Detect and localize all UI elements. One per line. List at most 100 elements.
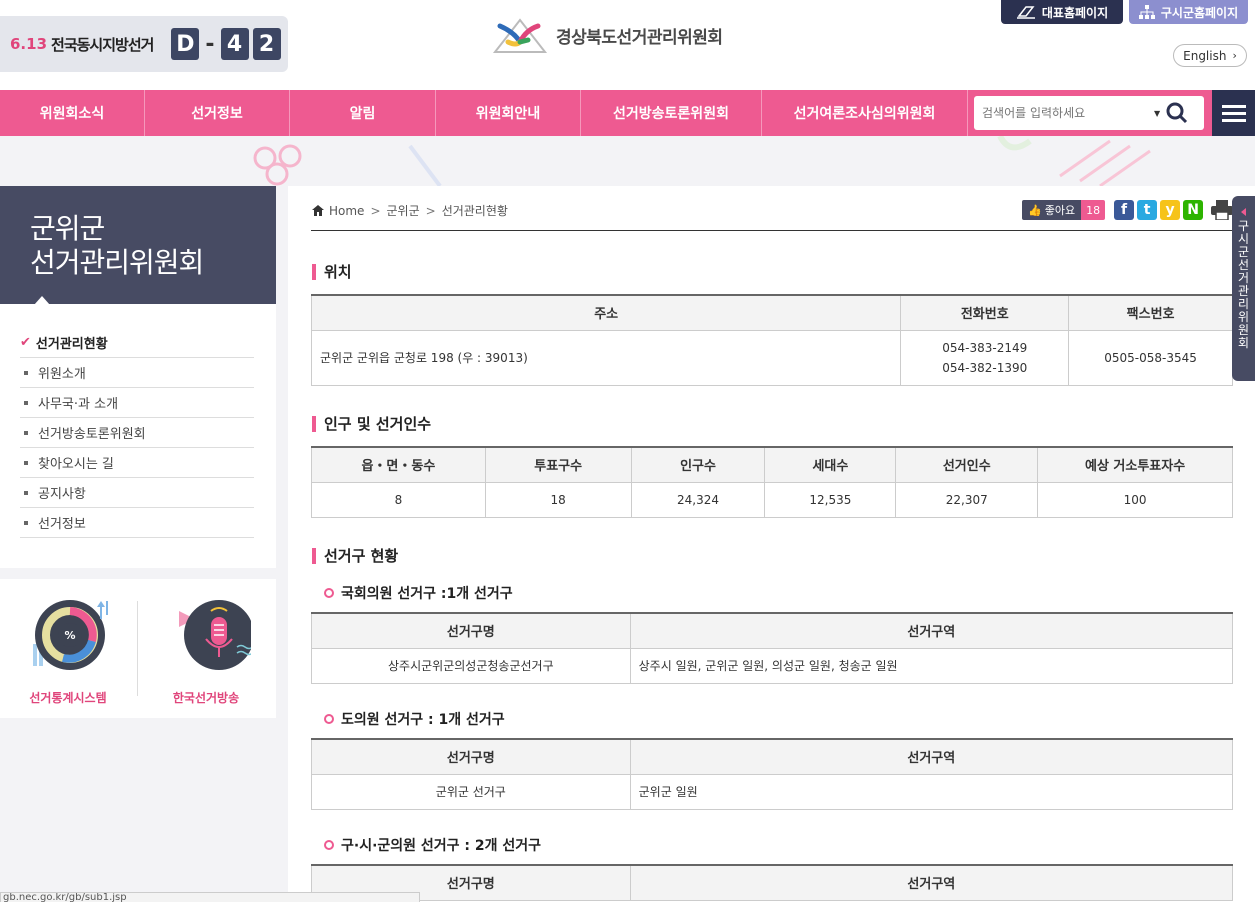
- nav-item-commission-info[interactable]: 위원회안내: [436, 90, 581, 136]
- sidebar-item-members[interactable]: 위원소개: [20, 358, 254, 388]
- national-district-table: 선거구명 선거구역 상주시군위군의성군청송군선거구 상주시 일원, 군위군 일원…: [311, 612, 1234, 684]
- representative-homepage-button[interactable]: 대표홈페이지: [1001, 0, 1123, 24]
- sidebar-item-debate[interactable]: 선거방송토론위원회: [20, 418, 254, 448]
- kakaostory-icon[interactable]: y: [1160, 200, 1181, 220]
- table-cell: 22,307: [895, 481, 1039, 518]
- sidebar-item-election-info[interactable]: 선거정보: [20, 508, 254, 538]
- population-heading: 인구 및 선거인수: [312, 413, 431, 434]
- nav-item-notice[interactable]: 알림: [290, 90, 436, 136]
- breadcrumb-region[interactable]: 군위군: [387, 202, 420, 219]
- eraser-icon: [1016, 6, 1035, 19]
- population-table: 읍・면・동수 투표구수 인구수 세대수 선거인수 예상 거소투표자수 8 18 …: [311, 446, 1233, 518]
- logo-text: 경상북도선거관리위원회: [556, 27, 723, 48]
- home-icon: [312, 205, 324, 216]
- english-button[interactable]: English ›: [1173, 44, 1247, 67]
- sidebar-menu: ✔ 선거관리현황 위원소개 사무국·과 소개 선거방송토론위원회 찾아오시는 길 …: [0, 304, 276, 568]
- table-header: 선거구역: [629, 612, 1234, 649]
- breadcrumb-home[interactable]: Home: [329, 204, 364, 218]
- table-header: 선거인수: [895, 446, 1039, 483]
- table-cell: 군위군 일원: [629, 773, 1234, 810]
- caret-down-icon[interactable]: ▼: [1154, 109, 1160, 118]
- naver-icon[interactable]: N: [1183, 200, 1204, 220]
- sidebar-item-management-status[interactable]: ✔ 선거관리현황: [20, 328, 254, 358]
- table-cell: 상주시 일원, 군위군 일원, 의성군 일원, 청송군 일원: [629, 647, 1234, 684]
- nav-item-election-info[interactable]: 선거정보: [145, 90, 290, 136]
- table-header: 선거구역: [629, 738, 1234, 775]
- table-header: 선거구명: [311, 738, 631, 775]
- logo-mark-icon: [492, 18, 548, 53]
- microphone-icon: [179, 600, 254, 670]
- table-cell: 18: [484, 481, 632, 518]
- like-button[interactable]: 👍 좋아요: [1022, 200, 1082, 220]
- table-header: 읍・면・동수: [311, 446, 486, 483]
- address-cell: 군위군 군위읍 군청로 198 (우 : 39013): [310, 329, 902, 386]
- local-district-table: 선거구명 선거구역: [311, 864, 1234, 901]
- stats-system-label: 선거통계시스템: [29, 691, 107, 705]
- table-header: 세대수: [764, 446, 897, 483]
- stats-system-banner[interactable]: % 선거통계시스템: [8, 599, 128, 706]
- local-commission-side-tab[interactable]: 구시군선거관리위원회: [1232, 196, 1255, 381]
- sidebar-banners: % 선거통계시스템 한국선거방송: [0, 579, 276, 718]
- twitter-icon[interactable]: t: [1137, 200, 1158, 220]
- local-district-title: 구·시·군의원 선거구 : 2개 선거구: [324, 835, 541, 855]
- national-district-title: 국회의원 선거구 :1개 선거구: [324, 583, 513, 603]
- arrow-left-icon: [1241, 208, 1246, 216]
- sidebar-item-directions[interactable]: 찾아오시는 길: [20, 448, 254, 478]
- stats-chart-icon: %: [33, 600, 108, 670]
- election-date: 6.13: [10, 35, 48, 53]
- local-homepage-button[interactable]: 구시군홈페이지: [1129, 0, 1248, 24]
- hamburger-menu-icon[interactable]: [1212, 90, 1255, 136]
- broadcast-label: 한국선거방송: [172, 691, 240, 705]
- chevron-right-icon: ›: [1232, 49, 1237, 62]
- table-cell: 24,324: [630, 481, 766, 518]
- browser-status-url: gb.nec.go.kr/gb/sub1.jsp: [0, 892, 420, 902]
- search-input[interactable]: [974, 106, 1154, 120]
- location-heading: 위치: [312, 261, 352, 282]
- dday-banner[interactable]: 6.13 전국동시지방선거 D - 4 2: [0, 16, 288, 72]
- nav-item-debate-committee[interactable]: 선거방송토론위원회: [581, 90, 762, 136]
- facebook-icon[interactable]: f: [1114, 200, 1135, 220]
- sidebar-item-label: 사무국·과 소개: [38, 397, 119, 412]
- dday-letter: D: [171, 28, 200, 60]
- table-header: 선거구역: [629, 864, 1234, 901]
- fax-cell: 0505-058-3545: [1068, 329, 1233, 386]
- check-icon: ✔: [20, 335, 31, 350]
- sidebar-item-label: 위원소개: [38, 367, 86, 382]
- election-name: 전국동시지방선거: [51, 35, 154, 54]
- org-chart-icon: [1138, 5, 1155, 19]
- side-tab-label: 구시군선거관리위원회: [1237, 219, 1250, 350]
- sidebar-item-label: 선거관리현황: [35, 337, 108, 352]
- decorative-band: [0, 136, 1255, 186]
- dday-dash: -: [205, 31, 215, 57]
- table-header: 예상 거소투표자수: [1037, 446, 1233, 483]
- subsection-title: 구·시·군의원 선거구 : 2개 선거구: [341, 838, 542, 854]
- sidebar-title-org: 선거관리위원회: [30, 246, 204, 279]
- nav-item-poll-committee[interactable]: 선거여론조사심의위원회: [762, 90, 968, 136]
- table-header: 팩스번호: [1068, 294, 1233, 331]
- broadcast-banner[interactable]: 한국선거방송: [146, 599, 266, 706]
- subsection-title: 도의원 선거구 : 1개 선거구: [341, 712, 505, 728]
- table-cell: 100: [1037, 481, 1233, 518]
- social-bar: 👍 좋아요 18 f t y N: [1022, 200, 1234, 220]
- main-content: Home > 군위군 > 선거관리현황 👍 좋아요 18 f t y N 위치 …: [288, 186, 1255, 902]
- section-title: 선거구 현황: [324, 547, 399, 565]
- dday-digit: 2: [252, 28, 281, 60]
- table-header: 전화번호: [900, 294, 1070, 331]
- section-title: 위치: [324, 263, 352, 281]
- breadcrumb-current: 선거관리현황: [441, 204, 508, 218]
- search-box: ▼: [974, 96, 1204, 130]
- thumbs-up-icon: 👍: [1028, 203, 1042, 217]
- phone-number: 054-382-1390: [942, 360, 1028, 375]
- table-header: 주소: [310, 294, 902, 331]
- subsection-title: 국회의원 선거구 :1개 선거구: [341, 586, 513, 602]
- location-table: 주소 전화번호 팩스번호 군위군 군위읍 군청로 198 (우 : 39013)…: [310, 294, 1233, 386]
- sidebar-item-notices[interactable]: 공지사항: [20, 478, 254, 508]
- table-cell: 군위군 선거구: [311, 773, 631, 810]
- nav-item-news[interactable]: 위원회소식: [0, 90, 145, 136]
- site-logo[interactable]: 경상북도선거관리위원회: [490, 12, 723, 58]
- print-icon[interactable]: [1211, 200, 1234, 220]
- table-header: 인구수: [630, 446, 766, 483]
- sidebar-item-office[interactable]: 사무국·과 소개: [20, 388, 254, 418]
- search-icon[interactable]: [1166, 102, 1188, 124]
- like-count: 18: [1081, 200, 1106, 220]
